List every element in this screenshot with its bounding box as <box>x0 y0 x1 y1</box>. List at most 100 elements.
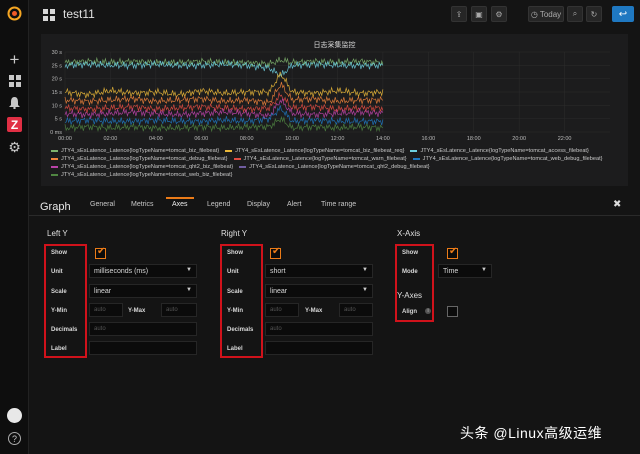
right-y-ymax-label: Y-Max <box>305 308 323 314</box>
editor-divider <box>29 215 640 216</box>
left-y-show-checkbox[interactable] <box>95 246 106 259</box>
x-axis-mode-select[interactable]: Time ▼ <box>438 264 492 278</box>
right-y-ymin-input[interactable]: auto <box>265 303 299 317</box>
left-y-labels-highlight <box>44 244 87 358</box>
tab-metrics[interactable]: Metrics <box>131 201 154 208</box>
right-y-scale-select[interactable]: linear ▼ <box>265 284 373 298</box>
legend-swatch <box>239 166 247 168</box>
save-button[interactable]: ▣ <box>471 6 487 22</box>
x-axis-mode-value: Time <box>443 267 459 275</box>
x-axis-mode-label: Mode <box>402 269 418 275</box>
left-y-label-label: Label <box>51 346 67 352</box>
x-axis-show-checkbox[interactable] <box>447 246 458 259</box>
right-y-label-label: Label <box>227 346 243 352</box>
tab-axes[interactable]: Axes <box>172 201 188 208</box>
info-icon[interactable]: i <box>425 308 431 314</box>
caret-down-icon: ▼ <box>362 267 368 273</box>
tab-general[interactable]: General <box>90 201 115 208</box>
avatar[interactable] <box>7 408 22 423</box>
right-y-title: Right Y <box>221 229 248 238</box>
right-y-decimals-label: Decimals <box>227 327 254 333</box>
latency-chart[interactable]: 0 ms5 s10 s15 s20 s25 s30 s00:00 02:00 04:… <box>41 34 628 146</box>
right-y-label-input[interactable] <box>265 341 373 355</box>
right-y-decimals-input[interactable]: auto <box>265 322 373 336</box>
x-tick-label: 02:00 <box>104 136 118 142</box>
legend-swatch <box>225 150 233 152</box>
right-y-scale-label: Scale <box>227 289 243 295</box>
right-y-show-checkbox[interactable] <box>270 246 281 259</box>
left-y-decimals-label: Decimals <box>51 327 78 333</box>
legend-item[interactable]: JTY4_sEsLatence_Latence{logTypeName=tomc… <box>239 163 430 171</box>
grafana-app: + Z ⚙ ? test11 ⇪ ▣ ⚙ ◷ Today ⌕ ↻ ↩ 日志采集监控… <box>0 0 640 454</box>
back-to-dashboard-button[interactable]: ↩ <box>612 6 634 22</box>
x-axis-show-label: Show <box>402 250 418 256</box>
dashboards-icon[interactable] <box>6 72 23 89</box>
left-y-ymax-input[interactable]: auto <box>161 303 197 317</box>
y-tick-label: 25 s <box>52 63 63 69</box>
left-y-ymin-placeholder: auto <box>94 307 106 313</box>
right-y-ymax-input[interactable]: auto <box>339 303 373 317</box>
save-icon: ▣ <box>475 9 483 19</box>
legend-swatch <box>51 174 58 176</box>
time-picker-button[interactable]: ◷ Today <box>528 6 564 22</box>
zabbix-plugin-icon[interactable]: Z <box>7 117 22 132</box>
tab-alert[interactable]: Alert <box>287 201 301 208</box>
left-y-unit-value: milliseconds (ms) <box>94 267 149 275</box>
tab-legend[interactable]: Legend <box>207 201 230 208</box>
x-tick-label: 14:00 <box>376 136 390 142</box>
caret-down-icon: ▼ <box>481 267 487 273</box>
gear-icon[interactable]: ⚙ <box>6 139 23 156</box>
refresh-button[interactable]: ↻ <box>586 6 602 22</box>
y-axes-align-checkbox[interactable] <box>447 306 458 317</box>
right-y-labels-highlight <box>220 244 263 358</box>
sidebar: + Z ⚙ ? <box>0 0 29 454</box>
legend-item[interactable]: JTY4_sEsLatence_Latence{logTypeName=tomc… <box>233 155 407 163</box>
legend-label: JTY4_sEsLatence_Latence{logTypeName=tomc… <box>61 148 220 154</box>
legend-item[interactable]: JTY4_sEsLatence_Latence{logTypeName=tomc… <box>51 147 219 155</box>
legend-item[interactable]: JTY4_sEsLatence_Latence{logTypeName=tomc… <box>225 147 404 155</box>
right-y-decimals-placeholder: auto <box>270 326 282 332</box>
legend-item[interactable]: JTY4_sEsLatence_Latence{logTypeName=tomc… <box>410 147 589 155</box>
series-line <box>64 81 384 107</box>
legend-item[interactable]: JTY4_sEsLatence_Latence{logTypeName=tomc… <box>412 155 603 163</box>
left-y-decimals-input[interactable]: auto <box>89 322 197 336</box>
plus-icon[interactable]: + <box>6 50 23 69</box>
close-editor-icon[interactable]: ✖ <box>613 199 621 210</box>
right-y-ymin-label: Y-Min <box>227 308 243 314</box>
refresh-icon: ↻ <box>590 9 598 19</box>
legend-swatch <box>51 150 58 152</box>
left-y-scale-label: Scale <box>51 289 67 295</box>
right-y-ymax-placeholder: auto <box>344 307 356 313</box>
legend-label: JTY4_sEsLatence_Latence{logTypeName=tomc… <box>61 156 228 162</box>
left-y-ymin-input[interactable]: auto <box>89 303 123 317</box>
chart-legend: JTY4_sEsLatence_Latence{logTypeName=tomc… <box>51 147 621 179</box>
x-tick-label: 20:00 <box>512 136 526 142</box>
help-icon[interactable]: ? <box>8 432 21 445</box>
right-y-unit-label: Unit <box>227 269 239 275</box>
graph-panel: 日志采集监控 0 ms 5 s 10 s 15 s 20 s 25 s 30 s 00:00 0… <box>41 34 628 186</box>
grafana-logo-icon[interactable] <box>6 5 23 22</box>
tab-time-range[interactable]: Time range <box>321 201 356 208</box>
share-button[interactable]: ⇪ <box>451 6 467 22</box>
dashboard-title[interactable]: test11 <box>63 7 95 21</box>
editor-graph-label: Graph <box>40 201 71 213</box>
left-y-unit-select[interactable]: milliseconds (ms) ▼ <box>89 264 197 278</box>
legend-item[interactable]: JTY4_sEsLatence_Latence{logTypeName=tomc… <box>51 163 233 171</box>
zoom-out-button[interactable]: ⌕ <box>567 6 583 22</box>
y-tick-label: 15 s <box>52 90 63 96</box>
x-axis-title: X-Axis <box>397 229 421 238</box>
legend-item[interactable]: JTY4_sEsLatence_Latence{logTypeName=tomc… <box>51 171 233 179</box>
left-y-title: Left Y <box>47 229 68 238</box>
legend-label: JTY4_sEsLatence_Latence{logTypeName=tomc… <box>422 156 603 162</box>
tab-display[interactable]: Display <box>247 201 270 208</box>
caret-down-icon: ▼ <box>362 287 368 293</box>
right-y-unit-select[interactable]: short ▼ <box>265 264 373 278</box>
settings-button[interactable]: ⚙ <box>491 6 507 22</box>
legend-label: JTY4_sEsLatence_Latence{logTypeName=tomc… <box>61 172 233 178</box>
legend-item[interactable]: JTY4_sEsLatence_Latence{logTypeName=tomc… <box>51 155 228 163</box>
legend-swatch <box>51 158 58 160</box>
bell-icon[interactable] <box>6 94 23 111</box>
dashboard-grid-icon[interactable] <box>43 8 55 21</box>
left-y-scale-select[interactable]: linear ▼ <box>89 284 197 298</box>
left-y-label-input[interactable] <box>89 341 197 355</box>
